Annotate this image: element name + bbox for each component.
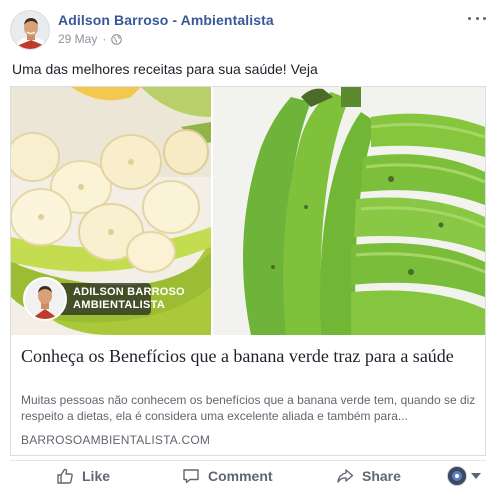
like-icon: [56, 467, 74, 485]
link-preview-body[interactable]: Conheça os Benefícios que a banana verde…: [11, 335, 485, 455]
link-domain: BARROSOAMBIENTALISTA.COM: [21, 433, 211, 447]
post-action-bar: Like Comment Share: [10, 460, 486, 492]
post-text: Uma das melhores receitas para sua saúde…: [12, 61, 318, 77]
reaction-selector[interactable]: [447, 466, 481, 486]
brand-watermark: ADILSON BARROSO AMBIENTALISTA: [23, 277, 185, 321]
feed-post: Adilson Barroso - Ambientalista 29 May ·…: [0, 0, 496, 498]
like-label: Like: [82, 468, 111, 484]
comment-label: Comment: [208, 468, 273, 484]
author-avatar[interactable]: [10, 10, 50, 50]
page-avatar-icon: [447, 466, 467, 486]
link-preview-image[interactable]: ADILSON BARROSO AMBIENTALISTA: [11, 87, 485, 335]
watermark-line1: ADILSON BARROSO: [73, 286, 185, 298]
like-button[interactable]: Like: [56, 467, 110, 485]
watermark-avatar: [23, 277, 67, 321]
post-meta: 29 May ·: [58, 32, 123, 46]
link-preview-card[interactable]: ADILSON BARROSO AMBIENTALISTA Conheça os…: [10, 86, 486, 456]
comment-button[interactable]: Comment: [182, 467, 273, 485]
link-description: Muitas pessoas não conhecem os benefício…: [21, 393, 476, 423]
link-title[interactable]: Conheça os Benefícios que a banana verde…: [21, 345, 471, 367]
author-name[interactable]: Adilson Barroso - Ambientalista: [58, 12, 274, 28]
comment-icon: [182, 467, 200, 485]
chevron-down-icon: [471, 473, 481, 479]
share-button[interactable]: Share: [336, 467, 401, 485]
more-options-icon[interactable]: [468, 12, 486, 24]
share-icon: [336, 467, 354, 485]
share-label: Share: [362, 468, 401, 484]
meta-separator: ·: [102, 32, 107, 46]
post-date[interactable]: 29 May: [58, 32, 97, 46]
watermark-line2: AMBIENTALISTA: [73, 299, 166, 311]
globe-icon[interactable]: [111, 33, 123, 45]
